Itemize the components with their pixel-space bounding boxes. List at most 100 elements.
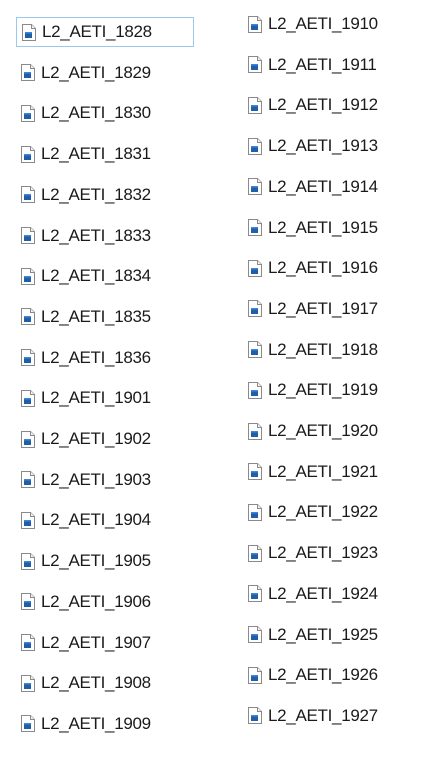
document-icon	[247, 544, 263, 562]
file-name: L2_AETI_1836	[41, 347, 151, 367]
file-name: L2_AETI_1832	[41, 184, 151, 204]
file-name: L2_AETI_1912	[268, 95, 378, 115]
document-icon	[20, 511, 36, 529]
file-item[interactable]: L2_AETI_1834	[16, 261, 194, 291]
file-item[interactable]: L2_AETI_1904	[16, 505, 194, 535]
document-icon	[247, 56, 263, 74]
file-item[interactable]: L2_AETI_1828	[16, 17, 194, 47]
file-item[interactable]: L2_AETI_1922	[244, 497, 420, 527]
file-item[interactable]: L2_AETI_1923	[244, 538, 420, 568]
file-item[interactable]: L2_AETI_1919	[244, 375, 420, 405]
file-item[interactable]: L2_AETI_1830	[16, 98, 194, 128]
document-icon	[247, 503, 263, 521]
file-name: L2_AETI_1927	[268, 705, 378, 725]
file-item[interactable]: L2_AETI_1917	[244, 294, 420, 324]
file-explorer-view: { "files": { "left_column": [ {"name": "…	[0, 0, 426, 757]
file-name: L2_AETI_1926	[268, 665, 378, 685]
file-name: L2_AETI_1904	[41, 510, 151, 530]
document-icon	[247, 585, 263, 603]
file-item[interactable]: L2_AETI_1925	[244, 620, 420, 650]
file-name: L2_AETI_1833	[41, 225, 151, 245]
document-icon	[247, 666, 263, 684]
file-item[interactable]: L2_AETI_1908	[16, 668, 194, 698]
file-name: L2_AETI_1830	[41, 103, 151, 123]
file-name: L2_AETI_1902	[41, 429, 151, 448]
file-item[interactable]: L2_AETI_1903	[16, 465, 194, 495]
document-icon	[247, 422, 263, 440]
file-name: L2_AETI_1921	[268, 461, 378, 481]
document-icon	[20, 104, 36, 122]
file-item[interactable]: L2_AETI_1905	[16, 546, 194, 576]
file-item[interactable]: L2_AETI_1924	[244, 579, 420, 609]
file-item[interactable]: L2_AETI_1902	[16, 424, 194, 454]
file-item[interactable]: L2_AETI_1927	[244, 701, 420, 731]
document-icon	[247, 259, 263, 277]
file-name: L2_AETI_1901	[41, 388, 151, 408]
file-name: L2_AETI_1903	[41, 469, 151, 489]
file-item[interactable]: L2_AETI_1926	[244, 660, 420, 690]
file-item[interactable]: L2_AETI_1916	[244, 253, 420, 283]
file-name: L2_AETI_1919	[268, 380, 378, 400]
document-icon	[20, 593, 36, 611]
file-name: L2_AETI_1925	[268, 624, 378, 644]
file-item[interactable]: L2_AETI_1921	[244, 457, 420, 487]
file-item[interactable]: L2_AETI_1918	[244, 335, 420, 365]
document-icon	[20, 674, 36, 692]
file-item[interactable]: L2_AETI_1914	[244, 172, 420, 202]
document-icon	[247, 178, 263, 196]
document-icon	[20, 430, 36, 448]
document-icon	[20, 227, 36, 244]
file-name: L2_AETI_1908	[41, 673, 151, 693]
document-icon	[247, 707, 263, 725]
file-name: L2_AETI_1913	[268, 136, 378, 156]
file-name: L2_AETI_1915	[268, 217, 378, 237]
document-icon	[20, 634, 36, 651]
file-item[interactable]: L2_AETI_1920	[244, 416, 420, 446]
document-icon	[247, 463, 263, 481]
document-icon	[20, 267, 36, 285]
file-name: L2_AETI_1828	[42, 22, 152, 41]
document-icon	[20, 308, 36, 326]
document-icon	[20, 389, 36, 407]
file-item[interactable]: L2_AETI_1911	[244, 50, 420, 80]
document-icon	[20, 145, 36, 163]
document-icon	[20, 349, 36, 367]
file-name: L2_AETI_1916	[268, 258, 378, 278]
file-item[interactable]: L2_AETI_1835	[16, 302, 194, 332]
file-item[interactable]: L2_AETI_1831	[16, 139, 194, 169]
file-item[interactable]: L2_AETI_1912	[244, 90, 420, 120]
file-name: L2_AETI_1831	[41, 144, 151, 164]
file-name: L2_AETI_1907	[41, 632, 151, 652]
document-icon	[247, 300, 263, 318]
file-name: L2_AETI_1835	[41, 306, 151, 326]
file-name: L2_AETI_1905	[41, 551, 151, 571]
file-item[interactable]: L2_AETI_1906	[16, 587, 194, 617]
file-item[interactable]: L2_AETI_1913	[244, 131, 420, 161]
file-item[interactable]: L2_AETI_1832	[16, 180, 194, 210]
file-item[interactable]: L2_AETI_1836	[16, 343, 194, 373]
file-name: L2_AETI_1829	[41, 62, 151, 82]
document-icon	[247, 96, 263, 114]
file-name: L2_AETI_1924	[268, 583, 378, 603]
file-item[interactable]: L2_AETI_1833	[16, 221, 194, 251]
document-icon	[247, 626, 263, 643]
document-icon	[20, 471, 36, 489]
document-icon	[247, 219, 263, 236]
file-item[interactable]: L2_AETI_1910	[244, 9, 420, 39]
document-icon	[21, 23, 37, 41]
file-item[interactable]: L2_AETI_1829	[16, 58, 194, 88]
file-name: L2_AETI_1914	[268, 176, 378, 196]
file-name: L2_AETI_1922	[268, 502, 378, 522]
document-icon	[20, 715, 36, 733]
file-item[interactable]: L2_AETI_1915	[244, 213, 420, 243]
file-name: L2_AETI_1911	[268, 54, 377, 74]
document-icon	[247, 137, 263, 155]
file-name: L2_AETI_1917	[268, 298, 378, 318]
file-item[interactable]: L2_AETI_1901	[16, 383, 194, 413]
document-icon	[247, 15, 263, 33]
file-name: L2_AETI_1918	[268, 339, 378, 359]
document-icon	[20, 186, 36, 204]
file-name: L2_AETI_1923	[268, 543, 378, 563]
file-item[interactable]: L2_AETI_1909	[16, 709, 194, 739]
file-item[interactable]: L2_AETI_1907	[16, 628, 194, 658]
